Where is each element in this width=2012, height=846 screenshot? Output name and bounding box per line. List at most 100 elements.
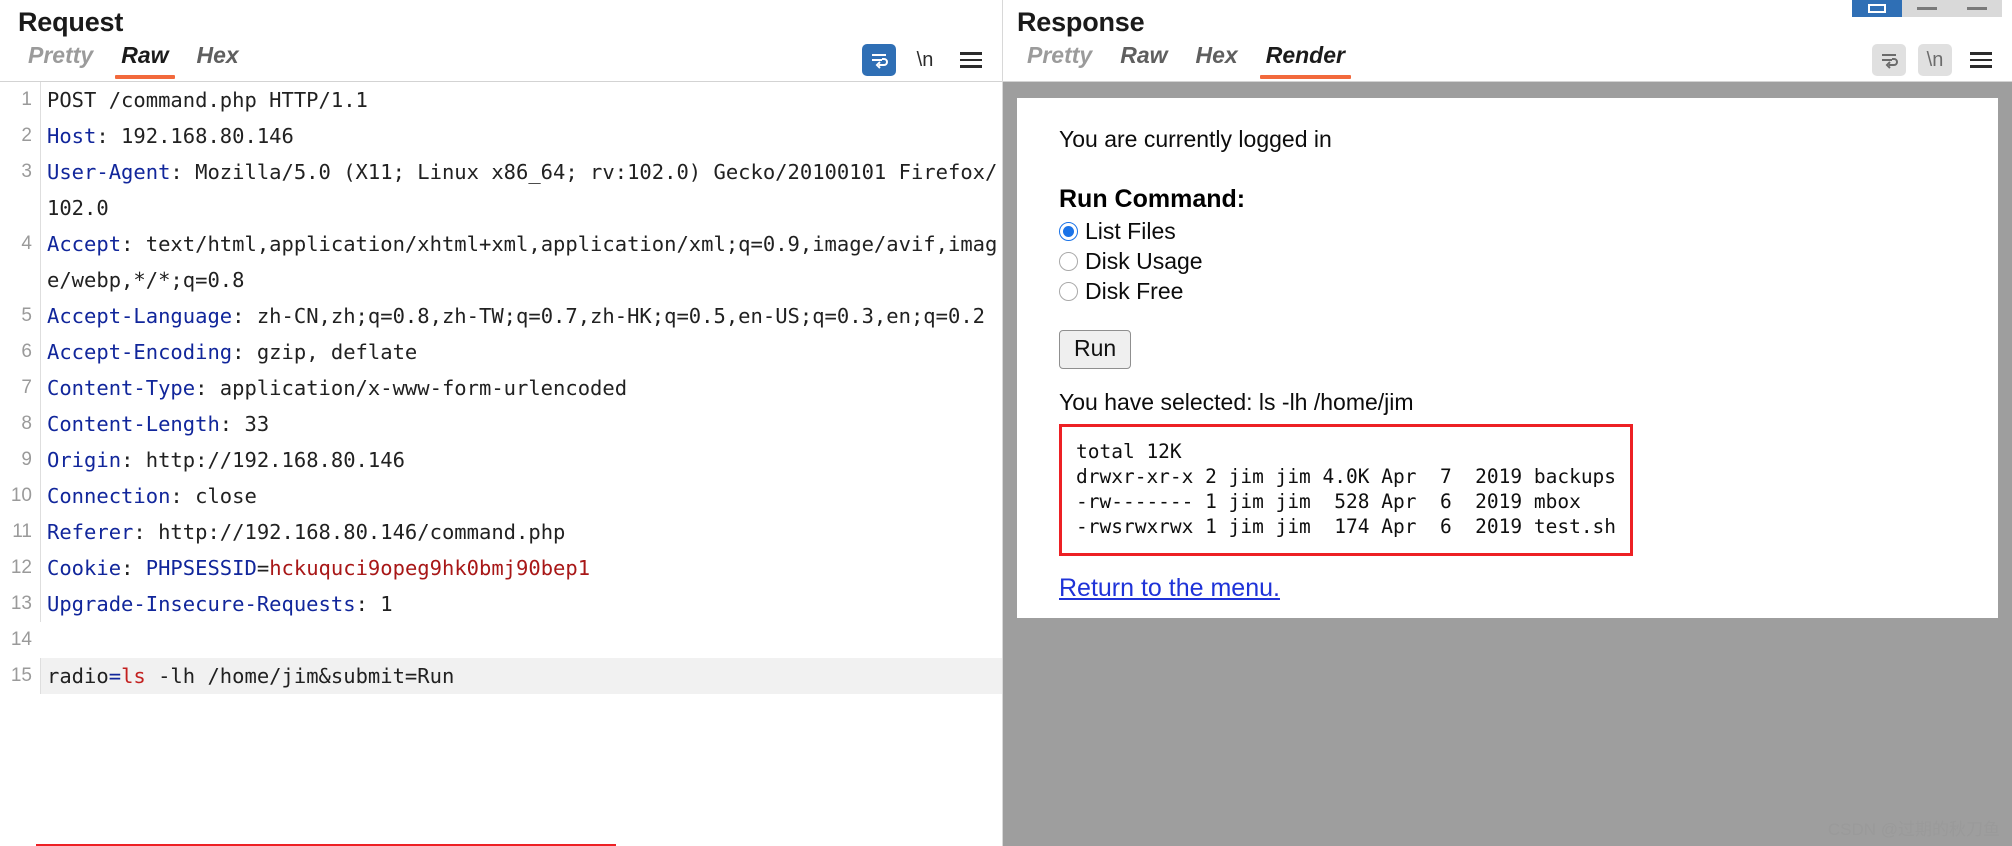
request-header-line: 2 Host: 192.168.80.146: [0, 118, 1002, 154]
line-content: Accept-Language: zh-CN,zh;q=0.8,zh-TW;q=…: [40, 298, 1002, 334]
line-content: Origin: http://192.168.80.146: [40, 442, 1002, 478]
line-number: 12: [10, 557, 32, 578]
run-button[interactable]: Run: [1059, 330, 1132, 370]
radio-option-disk-usage[interactable]: Disk Usage: [1059, 248, 1998, 275]
response-toolbar: \n: [1872, 40, 1998, 80]
burp-repeater-window: Request Pretty Raw Hex \n 1 POST /comman…: [0, 0, 2012, 846]
tab-response-raw[interactable]: Raw: [1106, 40, 1181, 79]
text-run: : http://192.168.80.146/command.php: [133, 520, 566, 544]
request-tabbar: Pretty Raw Hex \n: [0, 40, 1002, 82]
line-content: Content-Length: 33: [40, 406, 1002, 442]
tab-request-raw[interactable]: Raw: [107, 40, 182, 79]
text-run: POST /command.php HTTP/1.1: [47, 88, 368, 112]
line-content: radio=ls -lh /home/jim&submit=Run: [40, 658, 1002, 694]
radio-option-disk-free[interactable]: Disk Free: [1059, 278, 1998, 305]
line-number: 9: [21, 449, 32, 470]
tab-request-pretty[interactable]: Pretty: [14, 40, 107, 79]
line-content: Accept: text/html,application/xhtml+xml,…: [40, 226, 1002, 298]
response-tabbar: Pretty Raw Hex Render \n: [1003, 40, 2012, 82]
text-run: Content-Length: [47, 412, 220, 436]
radio-button-icon[interactable]: [1059, 252, 1078, 272]
line-number: 3: [21, 161, 32, 182]
text-run: User-Agent: [47, 160, 171, 184]
command-radio-group: List Files Disk Usage Disk Free: [1059, 218, 1998, 305]
newline-icon[interactable]: \n: [1918, 44, 1952, 76]
text-run: :: [121, 556, 146, 580]
line-number: 1: [21, 89, 32, 110]
text-run: Referer: [47, 520, 134, 544]
request-header-line: 1 POST /command.php HTTP/1.1: [0, 82, 1002, 118]
line-content: POST /command.php HTTP/1.1: [40, 82, 1002, 118]
restore-button[interactable]: [1852, 0, 1902, 17]
text-run: hckuquci9opeg9hk0bmj90bep1: [269, 556, 591, 580]
request-header-line: 13 Upgrade-Insecure-Requests: 1: [0, 586, 1002, 622]
request-header-line: 10 Connection: close: [0, 478, 1002, 514]
text-run: : Mozilla/5.0 (X11; Linux x86_64; rv:102…: [47, 160, 998, 220]
text-run: Connection: [47, 484, 171, 508]
text-run: : 1: [355, 592, 393, 616]
line-content: Referer: http://192.168.80.146/command.p…: [40, 514, 1002, 550]
text-run: Accept: [47, 232, 122, 256]
line-number: 7: [21, 377, 32, 398]
text-run: : gzip, deflate: [232, 340, 418, 364]
text-run: ls: [121, 664, 146, 688]
line-content: Content-Type: application/x-www-form-url…: [40, 370, 1002, 406]
menu-icon[interactable]: [1964, 44, 1998, 76]
text-run: : text/html,application/xhtml+xml,applic…: [47, 232, 998, 292]
hamburger-glyph: [1970, 52, 1992, 68]
tab-request-hex[interactable]: Hex: [183, 40, 253, 79]
line-number: 11: [12, 521, 32, 542]
line-number: 10: [10, 485, 32, 506]
return-to-menu-link[interactable]: Return to the menu.: [1059, 574, 1280, 603]
text-run: Origin: [47, 448, 122, 472]
request-raw-editor[interactable]: 1 POST /command.php HTTP/1.1 2 Host: 192.16…: [0, 82, 1002, 846]
line-number: 6: [21, 341, 32, 362]
line-number: 13: [10, 593, 32, 614]
request-header-line: 14: [0, 622, 1002, 658]
text-run: : application/x-www-form-urlencoded: [195, 376, 628, 400]
radio-label: List Files: [1085, 218, 1176, 245]
radio-option-list-files[interactable]: List Files: [1059, 218, 1998, 245]
line-number: 2: [21, 125, 32, 146]
word-wrap-icon[interactable]: [1872, 44, 1906, 76]
line-number: 14: [10, 629, 32, 650]
run-command-heading: Run Command:: [1059, 185, 1246, 214]
request-toolbar: \n: [862, 40, 988, 80]
line-content: User-Agent: Mozilla/5.0 (X11; Linux x86_…: [40, 154, 1002, 226]
tab-response-hex[interactable]: Hex: [1182, 40, 1252, 79]
text-run: : 192.168.80.146: [96, 124, 294, 148]
radio-button-icon[interactable]: [1059, 282, 1078, 302]
tab-response-render[interactable]: Render: [1252, 40, 1359, 79]
line-number: 5: [21, 305, 32, 326]
request-header-line: 8 Content-Length: 33: [0, 406, 1002, 442]
minimize-button[interactable]: [1902, 0, 1952, 17]
newline-icon[interactable]: \n: [908, 44, 942, 76]
tab-response-pretty[interactable]: Pretty: [1013, 40, 1106, 79]
command-output-highlight-box: total 12K drwxr-xr-x 2 jim jim 4.0K Apr …: [1059, 424, 1634, 557]
hamburger-glyph: [960, 52, 982, 68]
text-run: : zh-CN,zh;q=0.8,zh-TW;q=0.7,zh-HK;q=0.5…: [232, 304, 986, 328]
request-header-line: 9 Origin: http://192.168.80.146: [0, 442, 1002, 478]
request-header-line: 3 User-Agent: Mozilla/5.0 (X11; Linux x86…: [0, 154, 1002, 226]
text-run: -lh /home/jim&submit=Run: [145, 664, 455, 688]
text-run: Accept-Language: [47, 304, 233, 328]
text-run: : close: [170, 484, 257, 508]
request-header-line: 5 Accept-Language: zh-CN,zh;q=0.8,zh-TW;q…: [0, 298, 1002, 334]
maximize-button[interactable]: [1952, 0, 2002, 17]
request-header-line: 6 Accept-Encoding: gzip, deflate: [0, 334, 1002, 370]
text-run: : http://192.168.80.146: [121, 448, 405, 472]
word-wrap-icon[interactable]: [862, 44, 896, 76]
request-header-line: 7 Content-Type: application/x-www-form-ur…: [0, 370, 1002, 406]
line-content: Host: 192.168.80.146: [40, 118, 1002, 154]
request-header-line: 12 Cookie: PHPSESSID=hckuquci9opeg9hk0bmj…: [0, 550, 1002, 586]
radio-button-icon[interactable]: [1059, 222, 1078, 242]
rendered-page: You are currently logged in Run Command:…: [1017, 98, 1998, 618]
text-run: Accept-Encoding: [47, 340, 233, 364]
text-run: Cookie: [47, 556, 122, 580]
text-run: Host: [47, 124, 97, 148]
response-panel: Response Pretty Raw Hex Render \n You ar…: [1003, 0, 2012, 846]
radio-label: Disk Usage: [1085, 248, 1203, 275]
request-panel-title: Request: [18, 7, 124, 37]
menu-icon[interactable]: [954, 44, 988, 76]
command-output: total 12K drwxr-xr-x 2 jim jim 4.0K Apr …: [1076, 440, 1617, 539]
